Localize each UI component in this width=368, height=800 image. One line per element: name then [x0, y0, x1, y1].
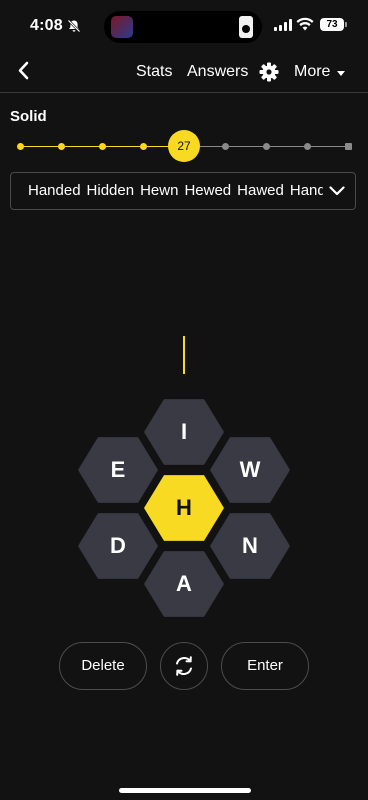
hex-letter-center[interactable]: H [159, 493, 209, 523]
found-word: Handed [289, 182, 323, 199]
nav-bar: Stats Answers More [0, 52, 368, 93]
enter-button[interactable]: Enter [221, 642, 309, 690]
shuffle-icon [176, 656, 192, 676]
answers-link[interactable]: Answers [187, 63, 248, 81]
silent-bell-icon [67, 19, 81, 33]
dynamic-island [104, 11, 262, 43]
rank-dot [344, 143, 352, 150]
found-words-box[interactable]: Handed Hidden Hewn Hewed Hawed Handed [10, 172, 356, 210]
letter-hive: IE WHD NA [75, 395, 293, 621]
caret-down-icon[interactable] [337, 71, 345, 76]
found-word: Hewed [184, 182, 232, 199]
rank-dot [57, 143, 65, 150]
hex-letter-top-right[interactable]: W [225, 455, 275, 485]
text-cursor [183, 336, 185, 374]
cellular-signal-icon [274, 19, 292, 31]
progress-bar: 27 [0, 130, 368, 164]
found-word: Handed [28, 182, 81, 199]
delete-button[interactable]: Delete [59, 642, 147, 690]
battery-indicator: 73 [320, 18, 347, 31]
hex-letter-top[interactable]: I [159, 417, 209, 447]
found-word: Hawed [237, 182, 284, 199]
more-menu[interactable]: More [294, 63, 330, 81]
score-badge: 27 [168, 130, 200, 162]
found-word: Hidden [86, 182, 135, 199]
back-chevron-icon[interactable] [12, 58, 38, 84]
now-playing-app-icon [111, 16, 133, 38]
rank-dot [221, 143, 229, 150]
clock: 4:08 [30, 17, 63, 34]
rank-dot [16, 143, 24, 150]
rank-dot [262, 143, 270, 150]
found-word: Hewn [140, 182, 179, 199]
gear-icon[interactable] [259, 62, 279, 82]
rank-dot [303, 143, 311, 150]
hex-letter-bottom[interactable]: A [159, 569, 209, 599]
shuffle-button[interactable] [160, 642, 208, 690]
wifi-icon [296, 17, 314, 31]
home-indicator [119, 788, 251, 793]
hex-letter-bottom-right[interactable]: N [225, 531, 275, 561]
status-bar: 4:08 73 [0, 0, 368, 52]
found-words-list: Handed Hidden Hewn Hewed Hawed Handed [28, 182, 323, 199]
hex-letter-bottom-left[interactable]: D [93, 531, 143, 561]
rank-label: Solid [10, 108, 47, 125]
speaker-icon [239, 16, 253, 38]
stats-link[interactable]: Stats [136, 63, 172, 81]
rank-dot [139, 143, 147, 150]
hex-letter-top-left[interactable]: E [93, 455, 143, 485]
rank-dot [98, 143, 106, 150]
chevron-down-icon[interactable] [329, 184, 345, 198]
